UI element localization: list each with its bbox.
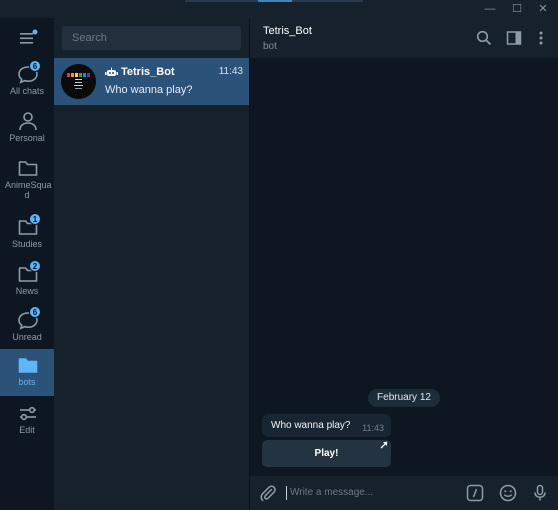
conversation-header[interactable]: Tetris_Bot bot [250,18,558,58]
chat-time: 11:43 [218,66,243,77]
paperclip-icon[interactable] [259,484,277,502]
folder-label: Unread [12,332,42,342]
unread-badge: 6 [29,306,41,318]
chat-name: Tetris_Bot [121,66,175,78]
folder-personal[interactable]: Personal [0,105,54,152]
message-text: Who wanna play? [271,420,351,431]
sidebar-toggle-icon[interactable] [506,30,522,46]
message-time: 11:43 [362,423,384,433]
main-menu-button[interactable] [0,18,54,58]
chat-last-message: Who wanna play? [105,84,193,96]
sliders-icon [20,406,36,421]
bot-commands-icon[interactable] [466,484,484,502]
date-separator: February 12 [368,389,440,407]
avatar [61,64,96,99]
folder-unread[interactable]: 6 Unread [0,304,54,351]
folder-animesquad[interactable]: AnimeSqua d [0,152,54,204]
conversation-title: Tetris_Bot [263,25,312,37]
play-inline-button[interactable]: Play! [262,440,391,467]
more-options-icon[interactable] [533,30,549,46]
conversation-subtitle: bot [263,41,277,52]
folder-label: bots [18,377,36,387]
folder-label: Personal [9,133,45,143]
play-button-label: Play! [314,448,339,459]
microphone-icon[interactable] [531,484,549,502]
tetris-logo-icon [61,64,96,99]
external-arrow-icon [380,441,388,449]
close-button[interactable]: ✕ [534,2,552,16]
chat-list: Search Tetris_Bot 11:43 Who wanna play? [54,18,249,510]
folder-label: Edit [19,425,35,435]
search-input[interactable]: Search [62,26,241,50]
message-composer: Write a message... [250,476,558,510]
person-icon [19,112,37,131]
title-bar: — ☐ ✕ [0,0,558,18]
message-input[interactable]: Write a message... [286,486,456,500]
unread-badge: 2 [29,260,41,272]
folder-news[interactable]: 2 News [0,258,54,305]
folder-filled-icon [18,358,38,373]
bot-icon [105,67,118,76]
folder-label: Studies [11,239,43,249]
conversation-panel: Tetris_Bot bot February 12 Who wanna pla… [249,18,558,510]
emoji-icon[interactable] [499,484,517,502]
telegram-window: — ☐ ✕ 6 All chats Personal AnimeSqua d 1… [0,0,558,510]
unread-badge: 6 [29,60,41,72]
folder-studies[interactable]: 1 Studies [0,211,54,258]
folder-sidebar: 6 All chats Personal AnimeSqua d 1 Studi… [0,18,54,510]
minimize-button[interactable]: — [481,2,499,16]
hamburger-menu-icon [20,29,38,44]
folder-bots[interactable]: bots [0,349,54,396]
folder-label: All chats [9,86,44,96]
folder-label: AnimeSqua d [5,180,52,200]
unread-badge: 1 [29,213,41,225]
folder-edit[interactable]: Edit [0,397,54,444]
maximize-button[interactable]: ☐ [508,2,526,16]
message-bubble[interactable]: Who wanna play? 11:43 [262,414,391,437]
search-icon[interactable] [476,30,492,46]
title-bar-accent [185,0,363,2]
folder-all-chats[interactable]: 6 All chats [0,58,54,105]
folder-icon [18,161,38,176]
folder-label: News [15,286,39,296]
chat-list-item[interactable]: Tetris_Bot 11:43 Who wanna play? [54,58,249,105]
